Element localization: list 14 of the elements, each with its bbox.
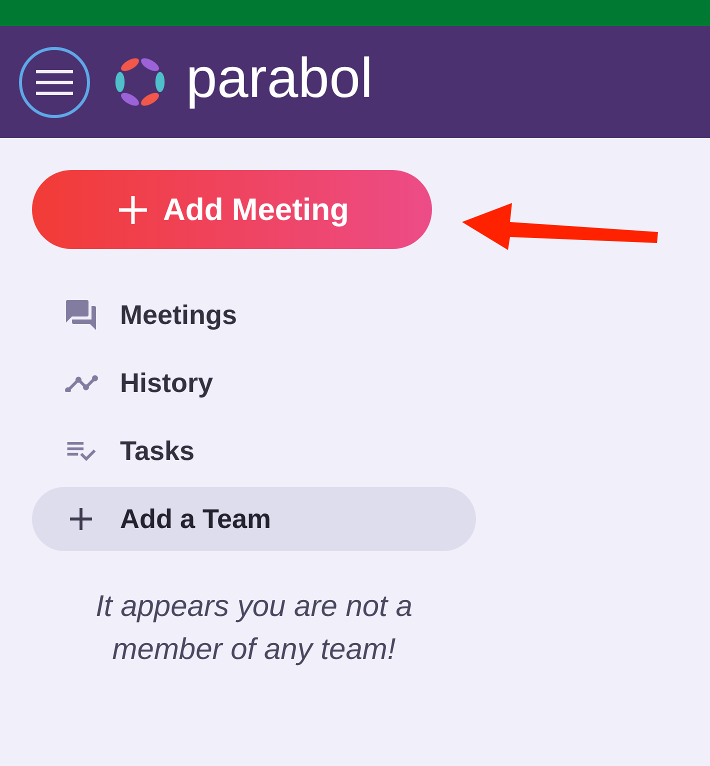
line-chart-icon: [64, 374, 98, 392]
empty-team-message: It appears you are not a member of any team!: [94, 589, 414, 668]
tasks-link[interactable]: Tasks: [32, 419, 476, 483]
add-meeting-button[interactable]: Add Meeting: [32, 170, 432, 249]
plus-icon: [70, 508, 92, 530]
add-team-link[interactable]: Add a Team: [32, 487, 476, 551]
history-link[interactable]: History: [32, 351, 476, 415]
menu-button[interactable]: [19, 46, 90, 118]
brand-name: parabol: [186, 50, 373, 111]
chat-bubbles-icon: [66, 300, 96, 330]
meetings-link[interactable]: Meetings: [32, 283, 476, 347]
checklist-icon: [66, 442, 96, 460]
plus-icon: [119, 196, 147, 224]
menu-icon: [36, 70, 73, 94]
